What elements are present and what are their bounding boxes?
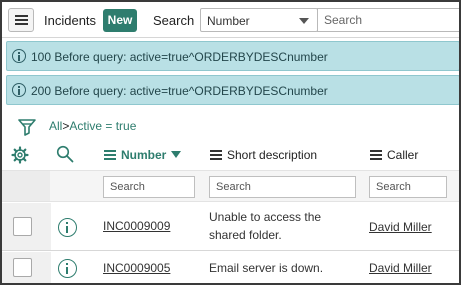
search-label: Search	[153, 13, 195, 28]
column-search-row	[2, 170, 459, 202]
filter-funnel-icon[interactable]	[18, 118, 36, 136]
info-message-text: 200 Before query: active=true^ORDERBYDES…	[31, 84, 328, 98]
info-icon	[12, 49, 26, 63]
column-menu-icon[interactable]	[210, 150, 222, 160]
magnifier-icon[interactable]	[56, 145, 74, 163]
short-description-cell: Email server is down.	[209, 261, 324, 275]
info-message: 200 Before query: active=true^ORDERBYDES…	[6, 75, 459, 105]
list-header: Incidents New Search Number	[2, 2, 459, 38]
menu-icon[interactable]	[8, 8, 34, 32]
info-icon[interactable]	[58, 259, 77, 278]
column-header-number[interactable]: Number	[104, 148, 182, 162]
number-search-input[interactable]	[103, 176, 195, 198]
row-checkbox[interactable]	[13, 217, 32, 236]
sort-descending-icon	[171, 151, 182, 158]
incident-number-link[interactable]: INC0009009	[103, 219, 170, 233]
breadcrumb-all[interactable]: All	[49, 119, 62, 133]
search-field-select[interactable]: Number	[200, 8, 318, 32]
short-description-search-input[interactable]	[209, 176, 356, 198]
column-header-label: Caller	[387, 148, 419, 162]
search-field-value: Number	[207, 14, 250, 28]
table-row: INC0009009 Unable to access the shared f…	[2, 203, 459, 251]
breadcrumb-active-true[interactable]: Active = true	[69, 119, 136, 133]
search-input[interactable]	[317, 8, 459, 32]
incident-number-link[interactable]: INC0009005	[103, 261, 170, 275]
info-message-text: 100 Before query: active=true^ORDERBYDES…	[31, 50, 328, 64]
row-checkbox[interactable]	[13, 258, 32, 277]
caller-search-input[interactable]	[369, 176, 447, 198]
table-header-row: Number Short description Caller	[2, 138, 459, 170]
column-menu-icon[interactable]	[104, 150, 116, 160]
info-icon[interactable]	[58, 218, 77, 237]
column-header-caller[interactable]: Caller	[370, 148, 418, 162]
caller-link[interactable]: David Miller	[369, 220, 432, 234]
info-message: 100 Before query: active=true^ORDERBYDES…	[6, 41, 459, 71]
table-row: INC0009005 Email server is down. David M…	[2, 252, 459, 283]
column-menu-icon[interactable]	[370, 150, 382, 160]
column-header-short-description[interactable]: Short description	[210, 148, 317, 162]
filter-row-spacer	[2, 171, 50, 201]
short-description-cell: Unable to access the shared folder.	[209, 210, 322, 242]
gear-icon[interactable]	[11, 146, 29, 164]
list-title: Incidents	[44, 13, 97, 28]
chevron-down-icon	[299, 18, 309, 24]
breadcrumb: All>Active = true	[49, 119, 136, 133]
column-header-label: Short description	[227, 148, 318, 162]
caller-link[interactable]: David Miller	[369, 261, 432, 275]
incident-list-window: Incidents New Search Number 100 Before q…	[0, 0, 461, 285]
column-header-label: Number	[121, 148, 167, 162]
info-icon	[12, 83, 26, 97]
new-button[interactable]: New	[103, 9, 137, 32]
